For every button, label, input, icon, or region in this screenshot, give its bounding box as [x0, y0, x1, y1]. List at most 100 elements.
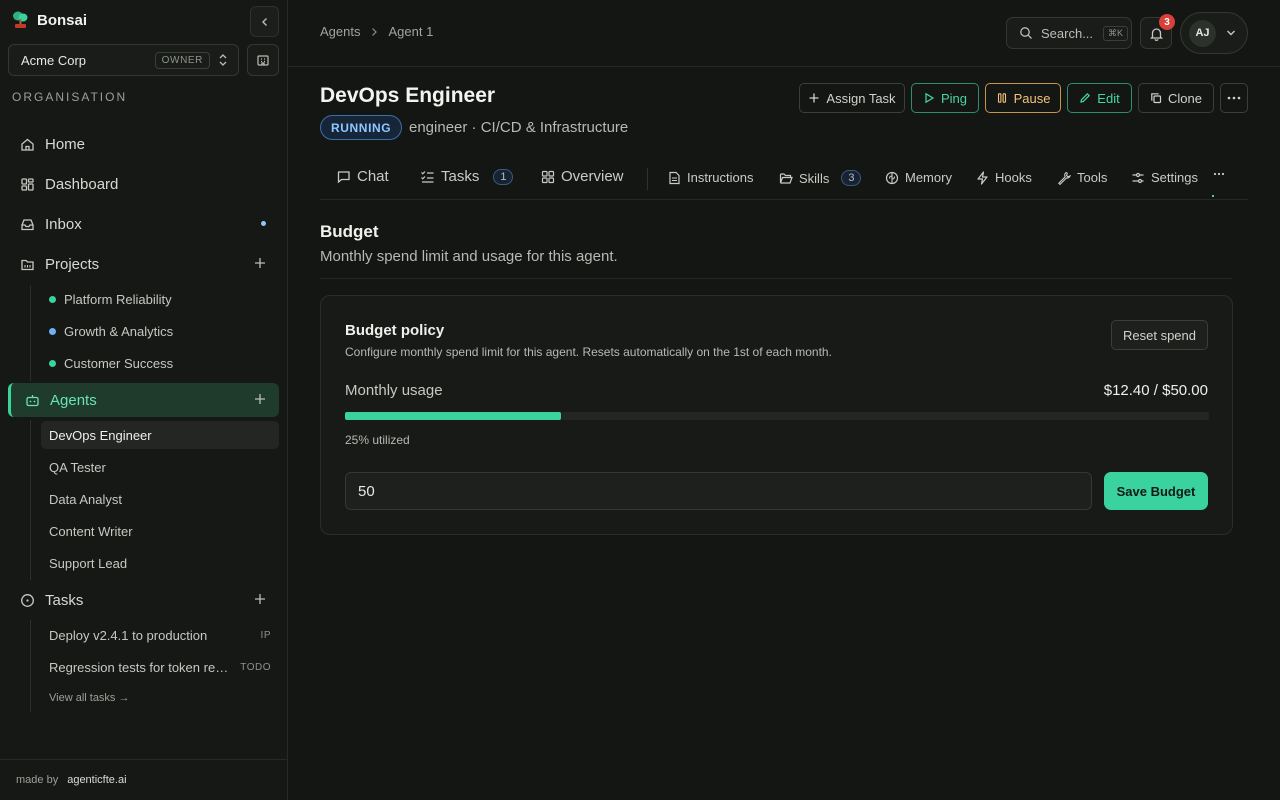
brand[interactable]: Bonsai	[12, 10, 87, 30]
tab-tools[interactable]: Tools	[1057, 170, 1107, 185]
ping-label: Ping	[940, 90, 968, 106]
org-selector[interactable]: Acme Corp OWNER	[8, 44, 239, 76]
tab-tasks-label: Tasks	[441, 168, 480, 185]
footer-prefix: made by	[16, 774, 59, 786]
view-all-tasks-link[interactable]: View all tasks →	[49, 692, 130, 704]
inbox-icon	[20, 217, 35, 232]
list-checks-icon	[420, 169, 435, 184]
chevron-left-icon	[259, 16, 271, 28]
save-budget-button[interactable]: Save Budget	[1104, 472, 1208, 510]
agent-item-devops-engineer[interactable]: DevOps Engineer	[41, 421, 279, 449]
project-item[interactable]: Platform Reliability	[49, 292, 172, 307]
add-project-plus-icon[interactable]	[253, 256, 267, 270]
tab-memory[interactable]: Memory	[885, 170, 952, 185]
reset-spend-button[interactable]: Reset spend	[1111, 320, 1208, 350]
nav-home[interactable]: Home	[8, 127, 279, 161]
home-icon	[20, 137, 35, 152]
topbar: Agents Agent 1 Search... ⌘K 3 AJ	[288, 0, 1280, 67]
project-label: Platform Reliability	[64, 292, 172, 307]
tab-instructions[interactable]: Instructions	[668, 170, 753, 185]
file-text-icon	[668, 171, 681, 185]
sidebar-footer: made by agenticfte.ai	[0, 759, 288, 800]
folder-icon	[20, 257, 35, 272]
nav-tasks[interactable]: Tasks	[8, 583, 279, 617]
tab-memory-label: Memory	[905, 170, 952, 185]
agent-item-support-lead[interactable]: Support Lead	[41, 549, 279, 577]
nav-projects[interactable]: Projects	[8, 247, 279, 281]
tab-settings[interactable]: Settings	[1131, 170, 1198, 185]
agents-tree-line	[30, 420, 31, 580]
tab-tasks[interactable]: Tasks 1	[420, 168, 514, 185]
nav-agents[interactable]: Agents	[8, 383, 279, 417]
notification-count-badge: 3	[1159, 14, 1175, 30]
org-building-button[interactable]	[247, 44, 279, 76]
monthly-usage-label: Monthly usage	[345, 382, 443, 399]
edit-button[interactable]: Edit	[1067, 83, 1132, 113]
add-agent-plus-icon[interactable]	[253, 392, 267, 406]
budget-limit-input[interactable]	[345, 472, 1092, 510]
budget-policy-card: Budget policy Configure monthly spend li…	[320, 295, 1233, 535]
ping-button[interactable]: Ping	[911, 83, 979, 113]
agent-item-content-writer[interactable]: Content Writer	[41, 517, 279, 545]
folder-open-icon	[779, 172, 793, 185]
project-status-dot	[49, 296, 56, 303]
project-item[interactable]: Growth & Analytics	[49, 324, 173, 339]
assign-task-button[interactable]: Assign Task	[799, 83, 905, 113]
building-icon	[256, 53, 270, 67]
breadcrumb-agents[interactable]: Agents	[320, 24, 360, 39]
tab-skills-label: Skills	[799, 170, 830, 186]
agent-item-data-analyst[interactable]: Data Analyst	[41, 485, 279, 513]
search-shortcut: ⌘K	[1103, 25, 1129, 41]
play-icon	[923, 92, 935, 104]
usage-progress-fill	[345, 412, 561, 420]
nav-dashboard[interactable]: Dashboard	[8, 167, 279, 201]
card-title: Budget policy	[345, 322, 445, 339]
tab-chat[interactable]: Chat	[336, 168, 389, 185]
assign-task-label: Assign Task	[826, 90, 896, 106]
unread-dot	[261, 221, 266, 226]
dashboard-icon	[20, 177, 35, 192]
footer-link[interactable]: agenticfte.ai	[67, 774, 126, 786]
project-item[interactable]: Customer Success	[49, 356, 173, 371]
search-button[interactable]: Search... ⌘K	[1006, 17, 1132, 49]
search-icon	[1019, 26, 1033, 40]
more-actions-button[interactable]	[1220, 83, 1248, 113]
status-badge: RUNNING	[320, 115, 403, 140]
breadcrumb: Agents Agent 1	[320, 24, 433, 39]
bot-icon	[25, 393, 40, 408]
tab-overview[interactable]: Overview	[541, 168, 624, 185]
tab-instructions-label: Instructions	[687, 170, 754, 185]
bonsai-logo-icon	[12, 10, 29, 30]
pause-button[interactable]: Pause	[985, 83, 1061, 113]
collapse-sidebar-button[interactable]	[250, 6, 279, 37]
layout-grid-icon	[541, 170, 555, 184]
task-item[interactable]: Regression tests for token refresh TODO	[49, 660, 271, 675]
pencil-icon	[1079, 92, 1091, 104]
tab-more-icon[interactable]	[1213, 172, 1225, 176]
nav-inbox[interactable]: Inbox	[8, 207, 279, 241]
user-menu-button[interactable]: AJ	[1180, 12, 1248, 54]
section-divider	[320, 278, 1232, 279]
brain-icon	[885, 171, 899, 185]
agent-label: Content Writer	[49, 523, 133, 539]
projects-tree-line	[30, 285, 31, 381]
tab-divider	[647, 168, 648, 190]
task-label: Regression tests for token refresh	[49, 660, 241, 675]
task-status: IP	[260, 630, 271, 641]
tab-hooks[interactable]: Hooks	[976, 170, 1032, 185]
tab-skills-count: 3	[841, 170, 862, 186]
clone-button[interactable]: Clone	[1138, 83, 1214, 113]
sidebar: Bonsai Acme Corp OWNER ORGANISATION Home…	[0, 0, 288, 800]
section-description: Monthly spend limit and usage for this a…	[320, 248, 618, 265]
utilization-text: 25% utilized	[345, 433, 410, 447]
org-role-badge: OWNER	[154, 51, 210, 69]
agent-item-qa-tester[interactable]: QA Tester	[41, 453, 279, 481]
copy-icon	[1150, 92, 1162, 104]
breadcrumb-current: Agent 1	[388, 24, 434, 39]
task-item[interactable]: Deploy v2.4.1 to production IP	[49, 628, 271, 643]
tab-skills[interactable]: Skills 3	[779, 170, 862, 186]
add-task-plus-icon[interactable]	[253, 592, 267, 606]
clone-label: Clone	[1168, 90, 1202, 106]
agent-label: QA Tester	[49, 459, 106, 475]
agent-label: Data Analyst	[49, 491, 122, 507]
